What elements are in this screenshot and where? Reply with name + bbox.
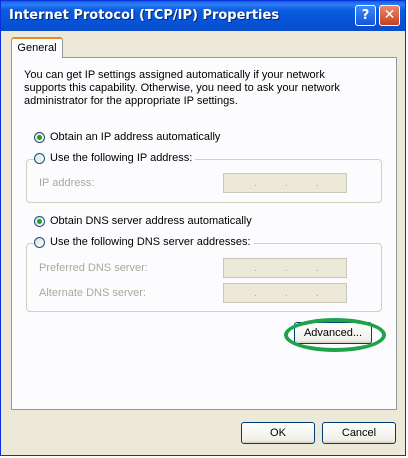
obtain-ip-auto-label: Obtain an IP address automatically [50,131,221,143]
description-text: You can get IP settings assigned automat… [24,69,340,107]
obtain-dns-auto-option[interactable]: Obtain DNS server address automatically [34,215,255,227]
obtain-dns-auto-label: Obtain DNS server address automatically [50,215,252,227]
ip-address-field: ... [223,173,347,193]
use-following-dns-option[interactable]: Use the following DNS server addresses: [34,236,254,248]
ok-button[interactable]: OK [241,422,315,444]
obtain-dns-auto-radio[interactable] [34,215,45,227]
obtain-ip-auto-radio[interactable] [34,131,45,143]
window-title: Internet Protocol (TCP/IP) Properties [9,8,280,23]
alternate-dns-label: Alternate DNS server: [39,287,146,299]
use-following-ip-label: Use the following IP address: [50,152,193,164]
ip-address-label: IP address: [39,177,95,189]
use-following-dns-radio[interactable] [34,236,45,248]
use-following-ip-option[interactable]: Use the following IP address: [34,152,196,164]
alternate-dns-field: ... [223,283,347,303]
use-following-dns-label: Use the following DNS server addresses: [50,236,251,248]
preferred-dns-field: ... [223,258,347,278]
advanced-button[interactable]: Advanced... [294,322,372,344]
general-panel: You can get IP settings assigned automat… [11,57,397,410]
close-button[interactable]: ✕ [379,5,400,26]
help-button[interactable]: ? [355,5,376,26]
title-bar[interactable]: Internet Protocol (TCP/IP) Properties ? … [1,1,405,31]
tab-general[interactable]: General [11,37,63,58]
obtain-ip-auto-option[interactable]: Obtain an IP address automatically [34,131,224,143]
use-following-ip-radio[interactable] [34,152,45,164]
ip-address-group: IP address: ... [26,159,382,203]
cancel-button[interactable]: Cancel [322,422,396,444]
preferred-dns-label: Preferred DNS server: [39,262,148,274]
properties-dialog: Internet Protocol (TCP/IP) Properties ? … [0,0,406,456]
dns-server-group: Preferred DNS server: ... Alternate DNS … [26,243,382,312]
